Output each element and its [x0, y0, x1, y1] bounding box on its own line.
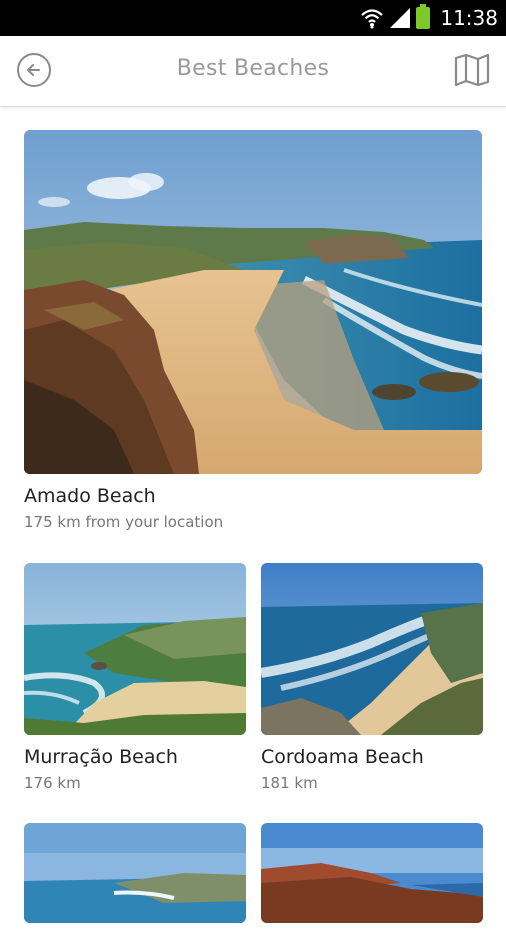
map-icon — [454, 53, 490, 87]
beach-card[interactable] — [261, 823, 483, 934]
beach-card-cordoama[interactable]: Cordoama Beach 181 km — [261, 563, 483, 792]
status-time: 11:38 — [440, 6, 498, 30]
status-bar: 11:38 — [0, 0, 506, 36]
beach-distance: 176 km — [24, 774, 81, 792]
beach-photo — [261, 563, 483, 735]
page-title: Best Beaches — [176, 56, 330, 81]
app-bar: Best Beaches — [0, 36, 506, 107]
beach-name: Cordoama Beach — [261, 746, 424, 768]
beach-photo — [24, 563, 246, 735]
wifi-icon — [361, 9, 384, 29]
map-button[interactable] — [454, 52, 490, 88]
beach-photo — [261, 823, 483, 923]
beach-card-amado[interactable]: Amado Beach 175 km from your location — [24, 130, 482, 531]
beach-card-murracao[interactable]: Murração Beach 176 km — [24, 563, 246, 792]
beach-card[interactable] — [24, 823, 246, 934]
beach-name: Murração Beach — [24, 746, 178, 768]
battery-icon — [416, 4, 431, 29]
beach-photo — [24, 823, 246, 923]
beach-photo — [24, 130, 482, 474]
signal-icon — [390, 8, 411, 28]
beach-distance: 181 km — [261, 774, 318, 792]
beach-name: Amado Beach — [24, 485, 156, 507]
beach-distance: 175 km from your location — [24, 513, 224, 531]
